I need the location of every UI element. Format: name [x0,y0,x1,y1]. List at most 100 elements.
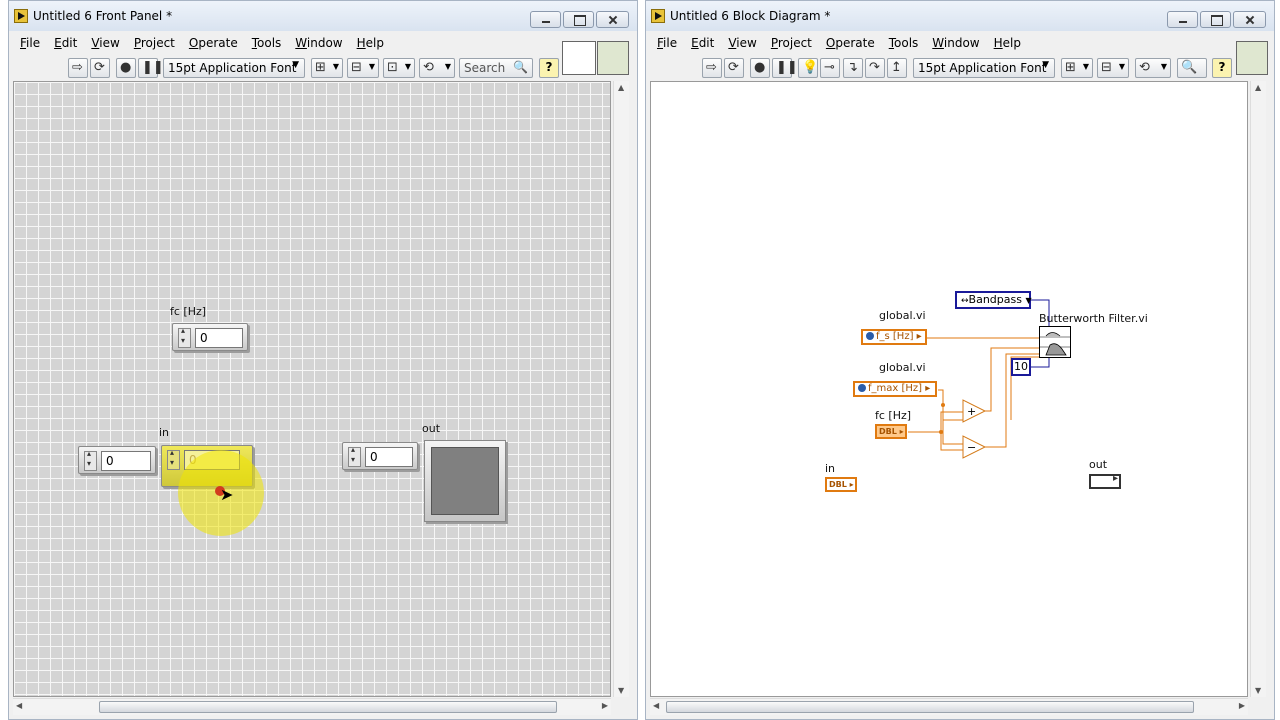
horizontal-scrollbar[interactable]: ◀ ▶ [650,698,1248,715]
out-terminal[interactable] [1089,473,1121,489]
increment-decrement-arrows[interactable] [178,326,191,348]
step-out-button[interactable]: ↥ [887,58,907,78]
search-box[interactable]: Search 🔍 [459,58,533,78]
minimize-button[interactable] [1167,11,1198,28]
run-continuously-button[interactable]: ⟳ [724,58,744,78]
run-button[interactable]: ⇨ [68,58,88,78]
search-button[interactable]: 🔍 [1177,58,1207,78]
out-indicator[interactable] [424,440,506,522]
block-diagram-canvas[interactable]: + − ↔Bandpass ▼ Butterworth Filter.vi 10… [650,81,1248,697]
scroll-up-icon[interactable]: ▲ [1255,83,1261,92]
add-operator[interactable]: + [962,399,987,423]
in-dbl-text: DBL [829,480,847,489]
scroll-down-icon[interactable]: ▼ [1255,686,1261,695]
step-into-button[interactable]: ↴ [843,58,863,78]
run-button[interactable]: ⇨ [702,58,722,78]
menu-view[interactable]: View [721,33,763,53]
wire-fc-add[interactable] [908,411,963,433]
front-panel-titlebar[interactable]: Untitled 6 Front Panel * [9,1,637,31]
filter-icon [1040,332,1070,356]
align-objects-button[interactable]: ⊞ ▼ [1061,58,1093,78]
scroll-right-icon[interactable]: ▶ [1239,701,1245,710]
search-placeholder: Search [464,61,506,75]
unlabeled-numeric-control[interactable]: 0 [78,446,156,474]
out-input-field[interactable]: 0 [365,447,413,467]
fc-dbl-terminal[interactable]: DBL ▸ [875,424,907,439]
menu-help[interactable]: Help [987,33,1028,53]
reorder-button[interactable]: ⟲ ▼ [419,58,455,78]
fc-dbl-text: DBL [879,427,897,436]
menu-file[interactable]: File [650,33,684,53]
menu-project[interactable]: Project [127,33,182,53]
menu-view[interactable]: View [84,33,126,53]
font-dropdown[interactable]: 15pt Application Font ▼ [913,58,1055,78]
pause-button[interactable]: ❚❚ [772,58,798,78]
scroll-left-icon[interactable]: ◀ [653,701,659,710]
scroll-up-icon[interactable]: ▲ [618,83,624,92]
menu-window[interactable]: Window [925,33,986,53]
vertical-scrollbar[interactable]: ▲ ▼ [613,81,629,697]
menu-window[interactable]: Window [288,33,349,53]
menu-project[interactable]: Project [764,33,819,53]
increment-decrement-arrows[interactable] [348,445,361,467]
close-button[interactable] [596,11,629,28]
out-numeric-control[interactable]: 0 [342,442,418,470]
butterworth-filter-vi[interactable] [1039,326,1071,358]
left-value-field[interactable]: 0 [101,451,151,471]
wire-fc-sub[interactable] [940,432,963,451]
distribute-objects-button[interactable]: ⊟ ▼ [1097,58,1129,78]
scroll-right-icon[interactable]: ▶ [602,701,608,710]
maximize-button[interactable] [563,11,594,28]
horizontal-scroll-thumb[interactable] [666,701,1194,713]
in-dbl-terminal[interactable]: DBL ▸ [825,477,857,492]
context-help-button[interactable]: ? [1212,58,1232,78]
maximize-button[interactable] [1200,11,1231,28]
fc-numeric-control[interactable]: 0 [172,323,248,351]
menu-tools[interactable]: Tools [245,33,289,53]
reorder-button[interactable]: ⟲ ▼ [1135,58,1171,78]
horizontal-scroll-thumb[interactable] [99,701,557,713]
run-continuously-button[interactable]: ⟳ [90,58,110,78]
scroll-left-icon[interactable]: ◀ [16,701,22,710]
increment-decrement-arrows[interactable] [167,448,180,470]
fc-value-field[interactable]: 0 [195,328,243,348]
global-fmax-terminal[interactable]: f_max [Hz] ▸ [853,381,937,397]
subtract-operator[interactable]: − [962,435,987,459]
connector-pane[interactable] [562,41,596,75]
menu-help[interactable]: Help [350,33,391,53]
increment-decrement-arrows[interactable] [84,449,97,471]
menu-edit[interactable]: Edit [684,33,721,53]
highlight-execution-button[interactable]: 💡 [798,58,818,78]
context-help-button[interactable]: ? [539,58,559,78]
global-fs-terminal[interactable]: f_s [Hz] ▸ [861,329,927,345]
distribute-objects-button[interactable]: ⊟ ▼ [347,58,379,78]
filter-type-ring-constant[interactable]: ↔Bandpass ▼ [955,291,1032,309]
pause-button[interactable]: ❚❚ [138,58,164,78]
align-objects-button[interactable]: ⊞ ▼ [311,58,343,78]
abort-button[interactable]: ● [750,58,770,78]
filter-order-constant[interactable]: 10 [1011,358,1031,376]
vi-icon-pane[interactable] [597,41,629,75]
close-button[interactable] [1233,11,1266,28]
abort-button[interactable]: ● [116,58,136,78]
wire-fmax-sub[interactable] [942,405,963,445]
step-over-button[interactable]: ↷ [865,58,885,78]
menu-file[interactable]: File [13,33,47,53]
vertical-scrollbar[interactable]: ▲ ▼ [1250,81,1266,697]
block-diagram-titlebar[interactable]: Untitled 6 Block Diagram * [646,1,1274,31]
retain-values-icon: ⊸ [824,60,835,75]
vi-icon-pane[interactable] [1236,41,1268,75]
scroll-down-icon[interactable]: ▼ [618,686,624,695]
resize-objects-button[interactable]: ⊡ ▼ [383,58,415,78]
menu-operate[interactable]: Operate [182,33,245,53]
retain-wire-values-button[interactable]: ⊸ [820,58,840,78]
align-icon: ⊞ [315,60,326,75]
menu-edit[interactable]: Edit [47,33,84,53]
menu-operate[interactable]: Operate [819,33,882,53]
mouse-cursor-icon: ➤ [220,485,234,504]
font-dropdown[interactable]: 15pt Application Font ▼ [163,58,305,78]
minimize-button[interactable] [530,11,561,28]
horizontal-scrollbar[interactable]: ◀ ▶ [13,698,611,715]
front-panel-canvas[interactable]: fc [Hz] 0 in 0 0 ➤ 0 out [13,81,611,697]
menu-tools[interactable]: Tools [882,33,926,53]
